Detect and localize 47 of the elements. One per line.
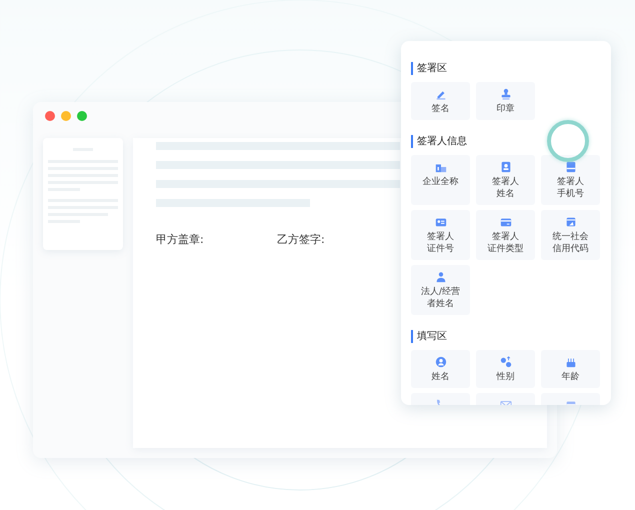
tile-label: 年龄 [562,371,580,383]
tile-label: 统一社会 [552,231,588,243]
tile-label: 法人/经营 [420,286,460,298]
id-card-icon [500,161,512,173]
signature-label: 乙方签字: [277,232,326,247]
tile-label: 企业全称 [422,176,458,188]
field-tile[interactable]: 签署人 证件号 [411,210,470,260]
tile-label: 签署人 [492,176,519,188]
field-tile[interactable]: 姓名 [411,350,470,388]
tile-label: 姓名 [432,371,450,383]
field-tile[interactable]: 性别 [476,350,535,388]
tile-label: 证件类型 [488,243,524,255]
user-circle-icon [434,356,446,368]
field-tile[interactable]: 签署人 手机号 [541,155,600,205]
field-tile[interactable]: 统一社会 信用代码 [541,210,600,260]
section-title: 签署人信息 [411,135,601,148]
field-tile[interactable]: 签署人 姓名 [476,155,535,205]
cake-icon [564,356,576,368]
tile-label: 姓名 [496,188,514,200]
highlight-ring [547,120,589,162]
tile-label: 手机号 [557,188,584,200]
field-tile[interactable]: 企业全称 [411,155,470,205]
close-button[interactable] [45,111,55,121]
card-icon [500,216,512,228]
tile-label: 签名 [432,103,450,115]
id-card-icon [434,216,446,228]
tile-label: 证件号 [427,243,454,255]
field-tile[interactable]: 年龄 [541,350,600,388]
tile-label: 签署人 [427,231,454,243]
tile-label: 性别 [496,371,514,383]
field-tile[interactable]: 签名 [411,82,470,120]
minimize-button[interactable] [61,111,71,121]
tile-label: 签署人 [492,231,519,243]
section-title: 填写区 [411,330,601,343]
maximize-button[interactable] [77,111,87,121]
section-title: 签署区 [411,62,601,75]
stamp-icon [500,88,512,100]
field-tile[interactable]: 法人/经营 者姓名 [411,265,470,315]
tile-label: 者姓名 [426,298,454,310]
field-tile[interactable]: 签署人 证件类型 [476,210,535,260]
tile-label: 信用代码 [552,243,588,255]
field-tile[interactable]: 印章 [476,82,535,120]
person-icon [434,271,446,283]
gender-icon [500,356,512,368]
tile-label: 签署人 [557,176,584,188]
tile-label: 印章 [496,103,514,115]
signature-label: 甲方盖章: [156,232,205,247]
